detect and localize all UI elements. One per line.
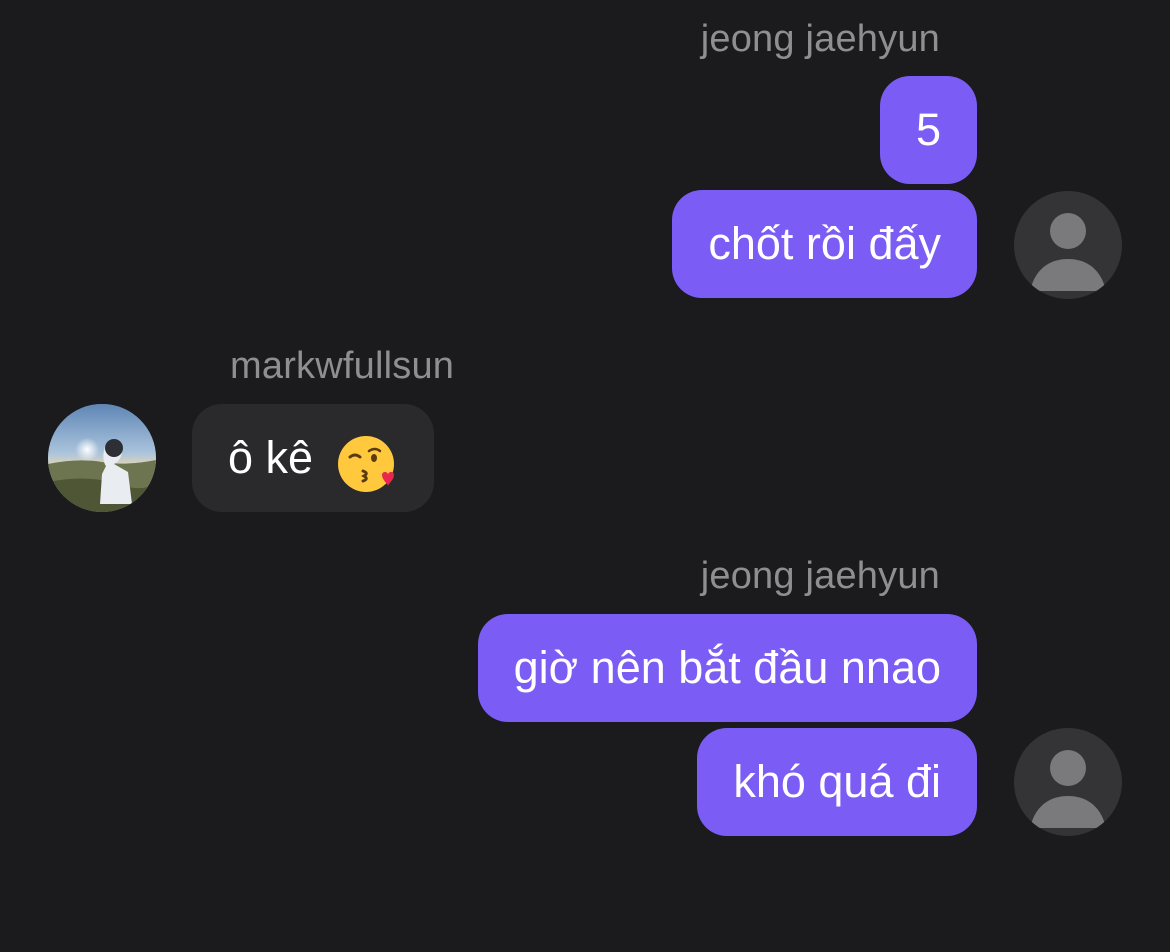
default-user-icon[interactable] — [1014, 191, 1122, 299]
message-text: 5 — [915, 104, 941, 155]
message-text: khó quá đi — [733, 756, 941, 807]
message-text: chốt rồi đấy — [708, 218, 941, 269]
message-bubble-outgoing[interactable]: giờ nên bắt đầu nnao — [477, 614, 977, 722]
profile-photo-avatar[interactable] — [48, 404, 156, 512]
face-blowing-a-kiss-emoji — [336, 426, 398, 493]
message-bubble-outgoing[interactable]: 5 — [879, 76, 977, 184]
message-bubble-outgoing[interactable]: khó quá đi — [697, 728, 977, 836]
message-text: ô kê — [228, 432, 314, 483]
sender-name: jeong jaehyun — [700, 555, 940, 597]
sender-name: markwfullsun — [230, 345, 455, 387]
sender-name: jeong jaehyun — [700, 18, 940, 60]
default-user-icon[interactable] — [1014, 728, 1122, 836]
message-bubble-outgoing[interactable]: chốt rồi đấy — [672, 190, 977, 298]
chat-thread: jeong jaehyun 5 chốt rồi đấy markwfullsu… — [0, 0, 1170, 952]
message-text: giờ nên bắt đầu nnao — [513, 642, 941, 693]
message-bubble-incoming[interactable]: ô kê — [192, 404, 434, 512]
